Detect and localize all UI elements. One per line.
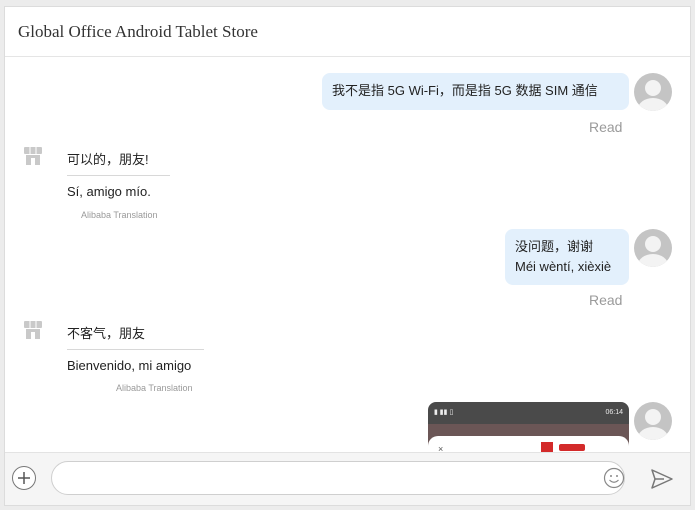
store-title: Global Office Android Tablet Store [18,21,258,41]
message-original-text: 不客气，朋友 [67,319,204,350]
chat-window: Global Office Android Tablet Store 我不是指 … [4,6,691,506]
gift-icon [541,442,553,452]
message-input-box[interactable] [51,461,625,495]
screenshot-status-bar: ▮ ▮▮ ▯ 06:14 [428,402,629,422]
image-message[interactable]: ▮ ▮▮ ▯ 06:14 × [428,402,629,453]
store-icon [24,147,42,165]
status-time: 06:14 [605,408,623,416]
send-icon[interactable] [650,468,674,490]
translation-note: Alibaba Translation [116,383,193,393]
plus-icon [18,472,30,484]
message-translation: Sí, amigo mío. [67,184,151,199]
smiley-icon[interactable] [603,467,625,489]
status-icons: ▮ ▮▮ ▯ [434,409,454,416]
message-text-line-2: Méi wèntí, xièxiè [515,259,612,274]
add-attachment-button[interactable] [12,466,36,490]
promo-tag [559,444,585,451]
incoming-message[interactable]: 不客气，朋友 Bienvenido, mi amigo [67,319,204,375]
screenshot-card: × [428,436,629,453]
message-text: 我不是指 5G Wi-Fi，而是指 5G 数据 SIM 通信 [332,83,598,98]
message-input[interactable] [66,462,590,494]
incoming-message[interactable]: 可以的，朋友! Sí, amigo mío. [67,145,170,201]
read-status: Read [589,119,623,135]
store-icon [24,321,42,339]
read-status: Read [589,292,623,308]
translation-note: Alibaba Translation [81,210,158,220]
outgoing-message[interactable]: 没问题，谢谢 Méi wèntí, xièxiè [505,229,629,285]
outgoing-message[interactable]: 我不是指 5G Wi-Fi，而是指 5G 数据 SIM 通信 [322,73,629,110]
message-list[interactable]: 我不是指 5G Wi-Fi，而是指 5G 数据 SIM 通信 Read 可以的，… [5,58,690,453]
chat-header: Global Office Android Tablet Store [5,7,690,57]
user-avatar [634,229,672,267]
message-original-text: 可以的，朋友! [67,145,170,176]
message-translation: Bienvenido, mi amigo [67,358,192,373]
message-text-line-1: 没问题，谢谢 [515,239,594,254]
user-avatar [634,73,672,111]
message-composer [5,452,690,505]
user-avatar [634,402,672,440]
